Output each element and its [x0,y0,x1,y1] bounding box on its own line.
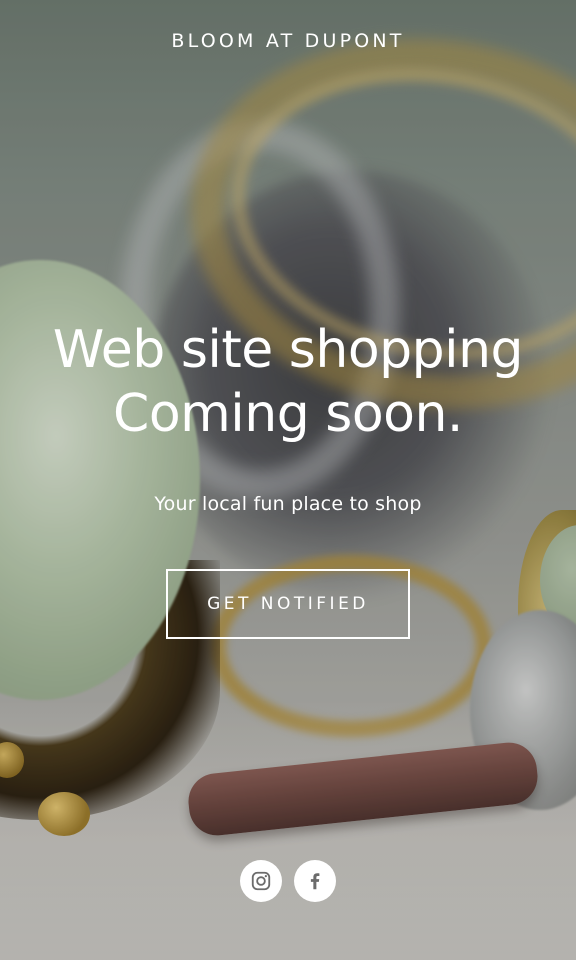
facebook-icon [304,870,326,892]
hero-tagline: Your local fun place to shop [154,493,422,515]
instagram-link[interactable] [240,860,282,902]
facebook-link[interactable] [294,860,336,902]
background-photo [0,0,576,960]
get-notified-button[interactable]: GET NOTIFIED [166,569,410,639]
headline-line-2: Coming soon. [113,384,463,444]
headline-line-1: Web site shopping [52,320,524,380]
instagram-icon [250,870,272,892]
hero-headline: Web site shopping Coming soon. [0,318,576,446]
site-brand[interactable]: BLOOM AT DUPONT [0,30,576,52]
social-links [0,860,576,902]
